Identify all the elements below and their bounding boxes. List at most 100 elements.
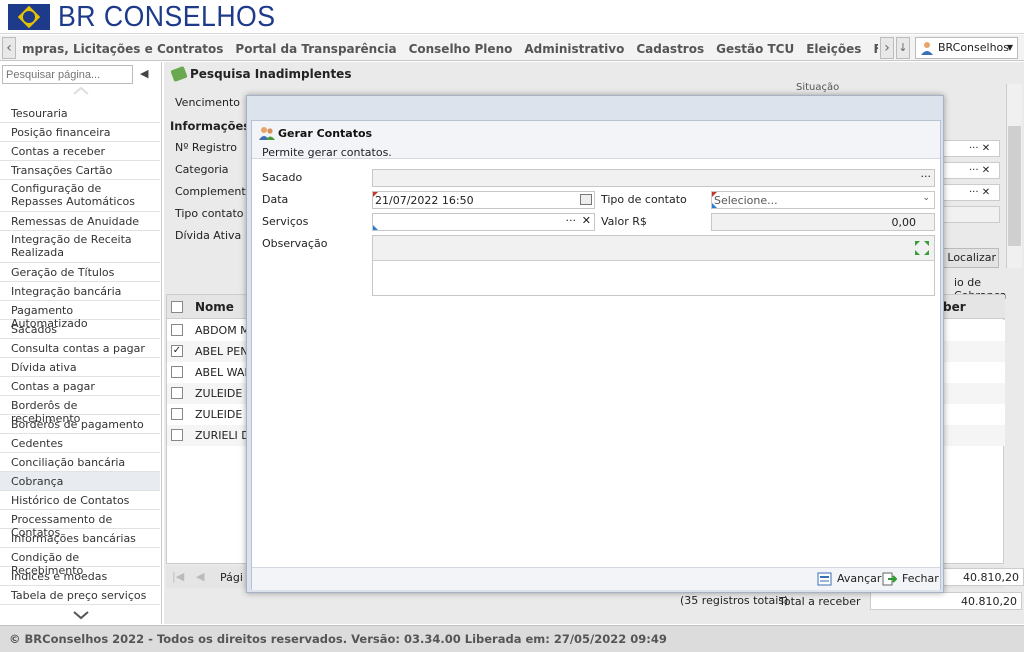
chevron-right-icon[interactable]: › xyxy=(880,37,894,59)
logo-icon xyxy=(8,4,50,30)
tipo-contato-label: Tipo contato xyxy=(175,207,244,220)
tab-5[interactable]: Gestão TCU xyxy=(710,36,800,61)
tab-4[interactable]: Cadastros xyxy=(630,36,710,61)
chevron-down-icon: ⌄ xyxy=(922,193,930,203)
registros-total: (35 registros totais) xyxy=(680,594,789,607)
observacao-label: Observação xyxy=(262,237,328,250)
page-title: Pesquisa Inadimplentes xyxy=(190,67,352,81)
expand-icon[interactable] xyxy=(913,239,931,257)
row-name: ABEL WAL xyxy=(195,366,251,379)
chevron-left-icon[interactable]: ‹ xyxy=(2,37,16,59)
modal-subtitle: Permite gerar contatos. xyxy=(262,146,392,159)
sidebar-item-10[interactable]: Sacados xyxy=(0,320,160,339)
col-right[interactable]: ber xyxy=(943,300,966,314)
sidebar-item-19[interactable]: Histórico de Contatos xyxy=(0,491,160,510)
row-checkbox[interactable] xyxy=(171,387,183,399)
sidebar-item-6[interactable]: Integração de Receita Realizada xyxy=(0,231,160,263)
servicos-label: Serviços xyxy=(262,215,309,228)
modal-toolbar: Avançar Fechar xyxy=(252,567,940,590)
sidebar-item-2[interactable]: Contas a receber xyxy=(0,142,160,161)
data-field[interactable]: 21/07/2022 16:50 xyxy=(372,191,595,209)
arrow-down-icon[interactable]: ↓ xyxy=(896,37,910,59)
sacado-label: Sacado xyxy=(262,171,303,184)
fechar-button[interactable]: Fechar xyxy=(882,571,939,587)
sacado-field[interactable]: ··· xyxy=(372,169,935,187)
row-checkbox[interactable]: ✓ xyxy=(171,345,183,357)
page-search-input[interactable] xyxy=(2,65,133,84)
tipo-contato-value: Selecione... xyxy=(714,194,778,207)
app-header: BR CONSELHOS xyxy=(0,0,1024,34)
sidebar-item-12[interactable]: Dívida ativa xyxy=(0,358,160,377)
scroll-down-icon[interactable] xyxy=(72,610,90,620)
tab-2[interactable]: Conselho Pleno xyxy=(403,36,519,61)
row-checkbox[interactable] xyxy=(171,408,183,420)
categoria-label: Categoria xyxy=(175,163,229,176)
sidebar-item-11[interactable]: Consulta contas a pagar xyxy=(0,339,160,358)
tab-strip: mpras, Licitações e Contratos Portal da T… xyxy=(16,35,878,61)
total-receber-label: Total a receber xyxy=(779,595,861,608)
sidebar-item-9[interactable]: Pagamento Automatizado xyxy=(0,301,160,330)
prev-page-icon[interactable]: ◀ xyxy=(196,570,204,583)
tab-3[interactable]: Administrativo xyxy=(518,36,630,61)
sidebar-item-13[interactable]: Contas a pagar xyxy=(0,377,160,396)
calendar-icon[interactable] xyxy=(580,194,592,205)
modal-frame: Gerar Contatos Permite gerar contatos. S… xyxy=(246,95,944,593)
tab-7[interactable]: Frota xyxy=(867,36,878,61)
user-menu[interactable]: BRConselhos ▼ xyxy=(915,37,1018,59)
exit-icon xyxy=(882,572,898,586)
sidebar-item-17[interactable]: Conciliação bancária xyxy=(0,453,160,472)
tab-1[interactable]: Portal da Transparência xyxy=(229,36,402,61)
sidebar-item-4[interactable]: Configuração de Repasses Automáticos xyxy=(0,180,160,212)
tab-0[interactable]: mpras, Licitações e Contratos xyxy=(16,36,229,61)
ellipsis-icon[interactable]: ··· xyxy=(921,170,932,183)
servicos-field[interactable]: ··· ✕ xyxy=(372,213,595,231)
select-all-checkbox[interactable] xyxy=(171,301,183,313)
contacts-icon xyxy=(259,126,275,140)
sidebar-item-14[interactable]: Borderôs de recebimento xyxy=(0,396,160,425)
first-page-icon[interactable]: |◀ xyxy=(172,570,184,583)
vscrollbar[interactable] xyxy=(1006,84,1022,268)
complemento-label: Complemento xyxy=(175,185,253,198)
footer: © BRConselhos 2022 - Todos os direitos r… xyxy=(0,625,1024,652)
avancar-button[interactable]: Avançar xyxy=(817,571,881,587)
sidebar-item-24[interactable]: Tabela de preço serviços xyxy=(0,586,160,605)
sidebar-item-1[interactable]: Posição financeira xyxy=(0,123,160,142)
caret-down-icon: ▼ xyxy=(1006,43,1013,52)
sidebar-item-16[interactable]: Cedentes xyxy=(0,434,160,453)
tab-6[interactable]: Eleições xyxy=(800,36,867,61)
collapse-icon[interactable]: ◀ xyxy=(140,67,148,80)
user-name: BRConselhos xyxy=(938,41,1010,54)
sidebar-item-21[interactable]: Informações bancárias xyxy=(0,529,160,548)
total-field-2: 40.810,20 xyxy=(870,592,1022,610)
ellipsis-icon[interactable]: ··· xyxy=(566,214,577,227)
valor-field[interactable]: 0,00 xyxy=(711,213,935,231)
sidebar-item-0[interactable]: Tesouraria xyxy=(0,104,160,123)
sidebar-item-18[interactable]: Cobrança xyxy=(0,472,160,491)
pager-label: Pági xyxy=(220,571,243,584)
form-icon xyxy=(817,572,832,586)
sidebar-item-15[interactable]: Borderôs de pagamento xyxy=(0,415,160,434)
fechar-label: Fechar xyxy=(902,572,939,585)
brand-name: BR CONSELHOS xyxy=(58,1,276,33)
row-checkbox[interactable] xyxy=(171,366,183,378)
sidebar-item-23[interactable]: Índices e moedas xyxy=(0,567,160,586)
sidebar-item-20[interactable]: Processamento de Contatos xyxy=(0,510,160,539)
close-icon[interactable]: ✕ xyxy=(582,214,591,227)
row-checkbox[interactable] xyxy=(171,324,183,336)
sidebar-item-5[interactable]: Remessas de Anuidade xyxy=(0,212,160,231)
module-tabs: ‹ mpras, Licitações e Contratos Portal da… xyxy=(0,35,1024,61)
user-icon xyxy=(921,41,933,55)
gerar-contatos-window: Gerar Contatos Permite gerar contatos. S… xyxy=(251,120,941,590)
observacao-textarea[interactable] xyxy=(372,235,935,296)
row-checkbox[interactable] xyxy=(171,429,183,441)
divida-ativa-label: Dívida Ativa xyxy=(175,229,242,242)
tipo-contato-select[interactable]: Selecione... ⌄ xyxy=(711,191,935,209)
data-label: Data xyxy=(262,193,289,206)
sidebar-item-3[interactable]: Transações Cartão xyxy=(0,161,160,180)
sidebar-item-22[interactable]: Condição de Recebimento xyxy=(0,548,160,577)
sidebar-item-8[interactable]: Integração bancária xyxy=(0,282,160,301)
col-nome[interactable]: Nome xyxy=(195,300,234,314)
modal-title: Gerar Contatos xyxy=(278,127,373,140)
sidebar-item-7[interactable]: Geração de Títulos xyxy=(0,263,160,282)
scroll-up-icon[interactable] xyxy=(72,86,90,96)
